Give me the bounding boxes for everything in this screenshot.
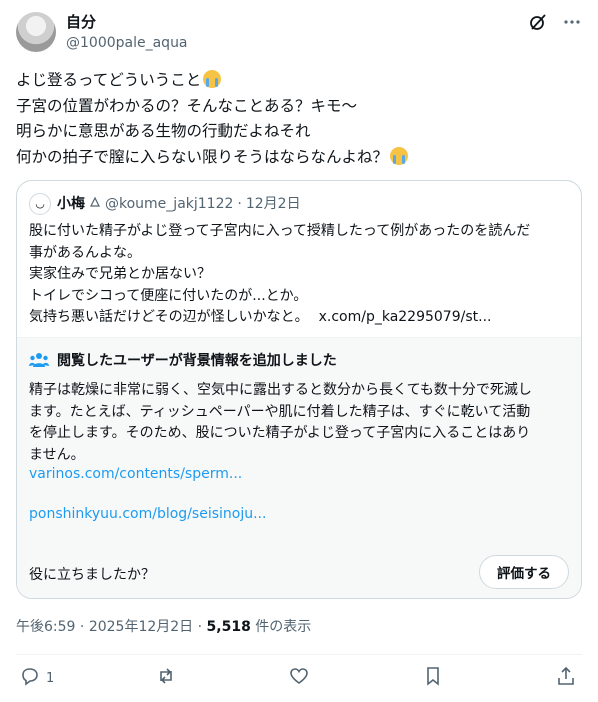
quote-badge-icon <box>89 194 101 214</box>
quote-date[interactable]: 12月2日 <box>246 194 301 214</box>
note-source-link[interactable]: ponshinkyuu.com/blog/seisinoju... <box>29 506 266 522</box>
reply-count: 1 <box>46 670 55 686</box>
tweet-text: よじ登るってどういうこと 子宮の位置がわかるの？そんなことある？キモ〜 明らかに… <box>16 68 582 170</box>
heart-icon <box>289 666 309 690</box>
author-handle[interactable]: @1000pale_aqua <box>66 33 188 53</box>
note-line: ます。たとえば、ティッシュペーパーや肌に付着した精子は、すぐに乾いて活動 <box>29 403 531 420</box>
meta-separator: · <box>79 619 85 635</box>
rate-button[interactable]: 評価する <box>479 555 569 589</box>
community-note: 閲覧したユーザーが背景情報を追加しました 精子は乾燥に非常に弱く、空気中に露出す… <box>17 337 581 598</box>
quote-line: 気持ち悪い話だけどその辺が怪しいかなと。 <box>29 309 309 325</box>
quote-avatar[interactable]: ◡ <box>29 193 51 215</box>
tweet-line: よじ登るってどういうこと <box>16 71 202 89</box>
bookmark-button[interactable] <box>423 666 443 690</box>
quoted-tweet[interactable]: ◡ 小梅 @koume_jakj1122 · 12月2日 股に付いた精子がよじ登… <box>16 180 582 599</box>
quote-line: 股に付いた精子がよじ登って子宮内に入って授精したって例があったのを読んだ <box>29 223 531 239</box>
repost-button[interactable] <box>156 666 176 690</box>
action-bar: 1 <box>16 666 582 690</box>
helpful-question: 役に立ちましたか？ <box>29 567 155 583</box>
view-count: 5,518 <box>206 619 251 635</box>
note-line: 精子は乾燥に非常に弱く、空気中に露出すると数分から長くても数十分で死滅し <box>29 382 532 398</box>
quote-link[interactable]: x.com/p_ka2295079/st... <box>319 309 492 325</box>
quote-line: 実家住みで兄弟とか居ない？ <box>29 266 211 282</box>
quote-header: ◡ 小梅 @koume_jakj1122 · 12月2日 <box>29 193 301 215</box>
tweet-meta: 午後6:59 · 2025年12月2日 · 5,518 件の表示 <box>16 616 311 636</box>
divider <box>16 654 582 655</box>
note-line: を停止します。そのため、股についた精子がよじ登って子宮内に入ることはあり <box>29 425 531 441</box>
grok-icon[interactable] <box>528 12 548 32</box>
quote-text: 股に付いた精子がよじ登って子宮内に入って授精したって例があったのを読んだ 事があ… <box>29 221 574 329</box>
more-icon[interactable] <box>562 12 582 32</box>
community-note-title: 閲覧したユーザーが背景情報を追加しました <box>57 353 337 369</box>
reply-icon <box>20 666 40 690</box>
share-icon <box>556 666 576 690</box>
quote-separator: · <box>237 196 242 212</box>
quote-display-name[interactable]: 小梅 <box>57 194 85 214</box>
bookmark-icon <box>423 666 443 690</box>
tweet-line: 明らかに意思がある生物の行動だよねそれ <box>16 122 311 140</box>
quote-handle[interactable]: @koume_jakj1122 <box>105 194 233 214</box>
community-note-body: 精子は乾燥に非常に弱く、空気中に露出すると数分から長くても数十分で死滅し ます。… <box>29 380 574 466</box>
top-actions <box>528 12 582 32</box>
tweet-line: 子宮の位置がわかるの？そんなことある？キモ〜 <box>16 96 358 115</box>
community-note-header: 閲覧したユーザーが背景情報を追加しました <box>29 350 337 370</box>
view-count-label: 件の表示 <box>255 619 312 635</box>
tweet-line: 何かの拍子で膣に入らない限りそうはならなんよね？ <box>16 147 389 166</box>
like-button[interactable] <box>289 666 309 690</box>
crying-face-emoji-icon <box>390 146 409 165</box>
avatar[interactable] <box>16 12 56 52</box>
tweet-time[interactable]: 午後6:59 <box>16 619 75 635</box>
quote-line: トイレでシコって便座に付いたのが...とか。 <box>29 287 308 304</box>
crying-face-emoji-icon <box>203 70 222 88</box>
users-icon <box>29 352 49 368</box>
tweet-date[interactable]: 2025年12月2日 <box>89 619 193 635</box>
reply-button[interactable]: 1 <box>20 666 54 690</box>
share-button[interactable] <box>556 666 576 690</box>
author-display-name[interactable]: 自分 <box>66 12 96 32</box>
note-source-link[interactable]: varinos.com/contents/sperm... <box>29 466 242 482</box>
quote-line: 事があるんよな。 <box>29 244 141 261</box>
meta-separator: · <box>197 619 203 635</box>
repost-icon <box>156 666 176 690</box>
note-line: ません。 <box>29 446 85 463</box>
